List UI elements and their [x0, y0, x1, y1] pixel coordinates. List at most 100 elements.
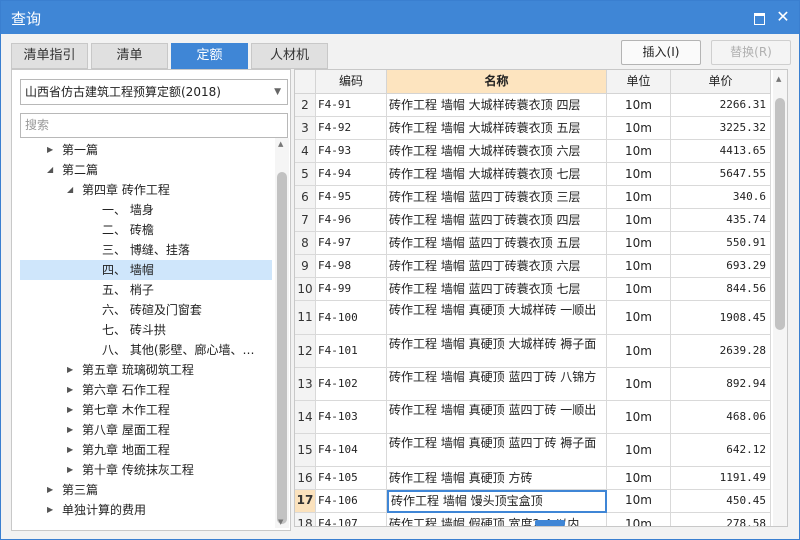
collapse-icon[interactable]: ◢: [67, 180, 73, 200]
name-cell: 砖作工程 墙帽 蓝四丁砖蓑衣顶 四层: [387, 209, 607, 232]
row-number: 16: [295, 467, 316, 490]
quota-set-value: 山西省仿古建筑工程预算定额(2018): [25, 85, 221, 99]
unit-cell: 10m: [607, 490, 671, 513]
collapse-handle[interactable]: [535, 520, 565, 526]
expand-icon[interactable]: ▶: [67, 400, 73, 420]
tree-node[interactable]: 七、 砖斗拱: [20, 320, 272, 340]
row-number: 17: [295, 490, 316, 513]
table-row[interactable]: 11 F4-100 砖作工程 墙帽 真硬顶 大城样砖 一顺出 10m 1908.…: [295, 301, 771, 335]
table-row[interactable]: 4 F4-93 砖作工程 墙帽 大城样砖蓑衣顶 六层 10m 4413.65: [295, 140, 771, 163]
tab-list-guide[interactable]: 清单指引: [11, 43, 88, 69]
search-input[interactable]: 搜索: [20, 113, 288, 138]
tab-resources[interactable]: 人材机: [251, 43, 328, 69]
table-row-current[interactable]: 17 F4-106 砖作工程 墙帽 馒头顶宝盒顶 10m 450.45: [295, 490, 771, 513]
name-cell: 砖作工程 墙帽 大城样砖蓑衣顶 四层: [387, 94, 607, 117]
code-cell: F4-95: [316, 186, 387, 209]
tab-list[interactable]: 清单: [91, 43, 168, 69]
table-row[interactable]: 5 F4-94 砖作工程 墙帽 大城样砖蓑衣顶 七层 10m 5647.55: [295, 163, 771, 186]
table-row[interactable]: 16 F4-105 砖作工程 墙帽 真硬顶 方砖 10m 1191.49: [295, 467, 771, 490]
expand-icon[interactable]: ▶: [67, 360, 73, 380]
name-cell: 砖作工程 墙帽 蓝四丁砖蓑衣顶 六层: [387, 255, 607, 278]
column-header-price[interactable]: 单价: [671, 70, 771, 94]
column-header-unit[interactable]: 单位: [607, 70, 671, 94]
table-row[interactable]: 18 F4-107 砖作工程 墙帽 假硬顶 宽度2.4 以内 10m 278.5…: [295, 513, 771, 526]
name-cell-focused[interactable]: 砖作工程 墙帽 馒头顶宝盒顶: [387, 490, 607, 513]
tree-node[interactable]: ▶ 第十章 传统抹灰工程: [20, 460, 272, 480]
scroll-down-icon[interactable]: ▼: [278, 518, 283, 526]
tree-node[interactable]: ◢ 第二篇: [20, 160, 272, 180]
table-row[interactable]: 12 F4-101 砖作工程 墙帽 真硬顶 大城样砖 褥子面 10m 2639.…: [295, 335, 771, 368]
tree-node[interactable]: ▶ 第六章 石作工程: [20, 380, 272, 400]
code-cell: F4-106: [316, 490, 387, 513]
tree-node[interactable]: ▶ 第九章 地面工程: [20, 440, 272, 460]
tab-quota[interactable]: 定额: [171, 43, 248, 69]
scroll-up-icon[interactable]: ▲: [776, 75, 781, 83]
tree-node[interactable]: ▶ 第三篇: [20, 480, 272, 500]
expand-icon[interactable]: ▶: [47, 500, 53, 520]
price-cell: 468.06: [671, 401, 771, 434]
expand-icon[interactable]: ▶: [67, 460, 73, 480]
row-number: 2: [295, 94, 316, 117]
tree-node[interactable]: 五、 梢子: [20, 280, 272, 300]
insert-button[interactable]: 插入(I): [621, 40, 701, 65]
code-cell: F4-96: [316, 209, 387, 232]
tree-node[interactable]: ◢ 第四章 砖作工程: [20, 180, 272, 200]
table-row[interactable]: 13 F4-102 砖作工程 墙帽 真硬顶 蓝四丁砖 八锦方 10m 892.9…: [295, 368, 771, 401]
scroll-up-icon[interactable]: ▲: [278, 140, 283, 148]
table-row[interactable]: 3 F4-92 砖作工程 墙帽 大城样砖蓑衣顶 五层 10m 3225.32: [295, 117, 771, 140]
table-row[interactable]: 8 F4-97 砖作工程 墙帽 蓝四丁砖蓑衣顶 五层 10m 550.91: [295, 232, 771, 255]
tree-node[interactable]: ▶ 单独计算的费用: [20, 500, 272, 520]
scrollbar-thumb[interactable]: [775, 98, 785, 330]
tree-node[interactable]: ▶ 第八章 屋面工程: [20, 420, 272, 440]
unit-cell: 10m: [607, 513, 671, 526]
collapse-icon[interactable]: ◢: [47, 160, 53, 180]
table-row[interactable]: 2 F4-91 砖作工程 墙帽 大城样砖蓑衣顶 四层 10m 2266.31: [295, 94, 771, 117]
close-icon[interactable]: ✕: [775, 9, 791, 25]
query-window: 查询 ✕ 清单指引 清单 定额 人材机 插入(I) 替换(R) 山西省仿古建筑工…: [0, 0, 800, 540]
price-cell: 550.91: [671, 232, 771, 255]
replace-button[interactable]: 替换(R): [711, 40, 791, 65]
maximize-icon[interactable]: [751, 9, 767, 25]
table-row[interactable]: 15 F4-104 砖作工程 墙帽 真硬顶 蓝四丁砖 褥子面 10m 642.1…: [295, 434, 771, 467]
tree-node[interactable]: ▶ 第一篇: [20, 140, 272, 160]
table-row[interactable]: 9 F4-98 砖作工程 墙帽 蓝四丁砖蓑衣顶 六层 10m 693.29: [295, 255, 771, 278]
column-header-name[interactable]: 名称: [387, 70, 607, 94]
code-cell: F4-103: [316, 401, 387, 434]
price-cell: 2639.28: [671, 335, 771, 368]
table-row[interactable]: 6 F4-95 砖作工程 墙帽 蓝四丁砖蓑衣顶 三层 10m 340.6: [295, 186, 771, 209]
price-cell: 5647.55: [671, 163, 771, 186]
column-header-code[interactable]: 编码: [316, 70, 387, 94]
tree-node[interactable]: ▶ 第五章 琉璃砌筑工程: [20, 360, 272, 380]
name-cell: 砖作工程 墙帽 假硬顶 宽度2.4 以内: [387, 513, 607, 526]
quota-set-select[interactable]: 山西省仿古建筑工程预算定额(2018) ▼: [20, 79, 288, 105]
name-cell: 砖作工程 墙帽 蓝四丁砖蓑衣顶 七层: [387, 278, 607, 301]
tree-node-selected[interactable]: 四、 墙帽: [20, 260, 272, 280]
name-cell: 砖作工程 墙帽 蓝四丁砖蓑衣顶 五层: [387, 232, 607, 255]
code-cell: F4-94: [316, 163, 387, 186]
expand-icon[interactable]: ▶: [47, 480, 53, 500]
code-cell: F4-91: [316, 94, 387, 117]
table-row[interactable]: 7 F4-96 砖作工程 墙帽 蓝四丁砖蓑衣顶 四层 10m 435.74: [295, 209, 771, 232]
code-cell: F4-99: [316, 278, 387, 301]
tree-scrollbar[interactable]: ▲ ▼: [275, 138, 289, 528]
quota-table: 编码 名称 单位 单价 2 F4-91 砖作工程 墙帽 大城样砖蓑衣顶 四层 1…: [294, 69, 788, 527]
tree-node[interactable]: 一、 墙身: [20, 200, 272, 220]
row-number: 14: [295, 401, 316, 434]
expand-icon[interactable]: ▶: [67, 420, 73, 440]
expand-icon[interactable]: ▶: [47, 140, 53, 160]
scrollbar-thumb[interactable]: [277, 172, 287, 524]
unit-cell: 10m: [607, 467, 671, 490]
table-row[interactable]: 14 F4-103 砖作工程 墙帽 真硬顶 蓝四丁砖 一顺出 10m 468.0…: [295, 401, 771, 434]
name-cell: 砖作工程 墙帽 大城样砖蓑衣顶 六层: [387, 140, 607, 163]
expand-icon[interactable]: ▶: [67, 440, 73, 460]
table-scrollbar[interactable]: ▲: [773, 70, 787, 526]
table-row[interactable]: 10 F4-99 砖作工程 墙帽 蓝四丁砖蓑衣顶 七层 10m 844.56: [295, 278, 771, 301]
expand-icon[interactable]: ▶: [67, 380, 73, 400]
tree-node[interactable]: 六、 砖碹及门窗套: [20, 300, 272, 320]
row-number: 12: [295, 335, 316, 368]
tree-node[interactable]: 二、 砖檐: [20, 220, 272, 240]
tree-node[interactable]: 三、 博缝、挂落: [20, 240, 272, 260]
tree-node[interactable]: ▶ 第七章 木作工程: [20, 400, 272, 420]
tree-node[interactable]: 八、 其他(影壁、廊心墙、…: [20, 340, 272, 360]
price-cell: 2266.31: [671, 94, 771, 117]
